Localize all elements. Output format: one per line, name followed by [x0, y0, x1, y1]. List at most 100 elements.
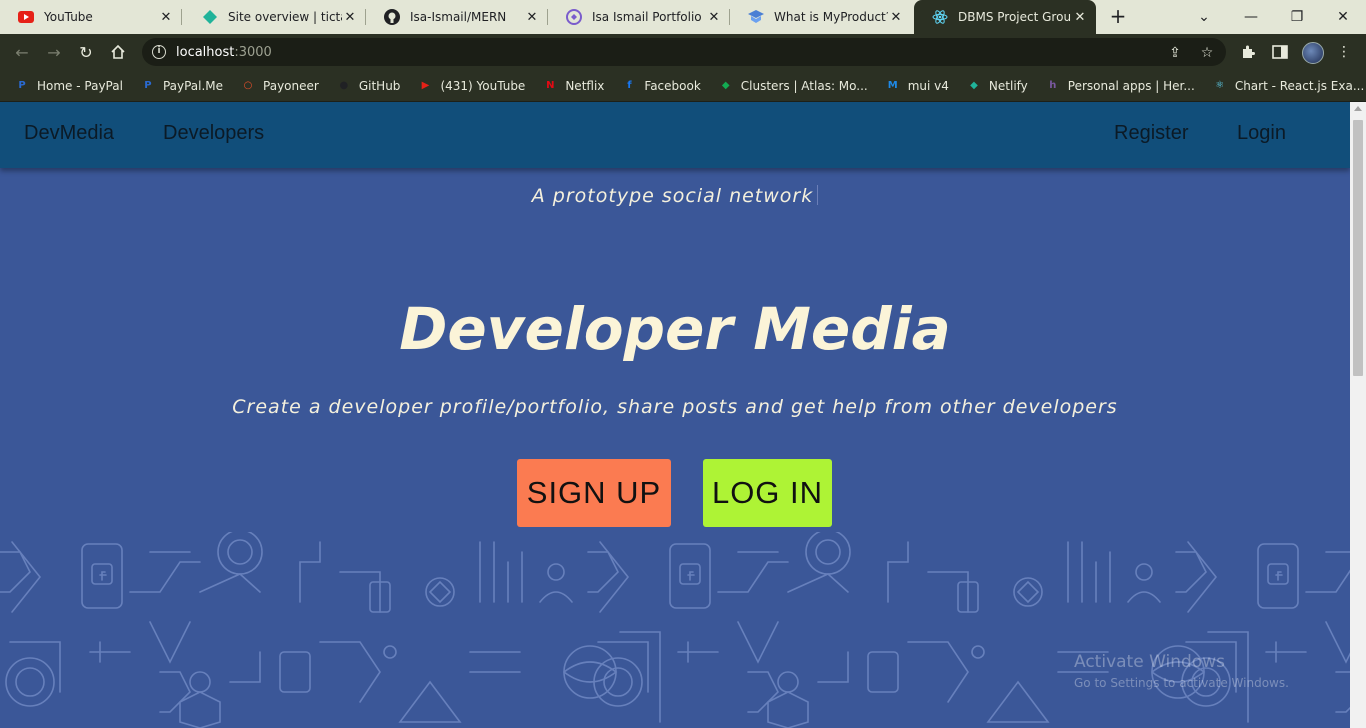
typing-caret	[817, 185, 819, 205]
mongodb-icon: ◆	[721, 80, 730, 91]
browser-tab-active[interactable]: DBMS Project Group- ✕	[914, 0, 1096, 34]
tab-title: Isa-Ismail/MERN	[410, 10, 507, 24]
youtube-icon: ▶	[421, 80, 430, 91]
profile-avatar[interactable]	[1302, 42, 1324, 64]
restore-icon[interactable]: ❐	[1274, 0, 1320, 34]
tab-title: Isa Ismail Portfolio	[592, 10, 702, 24]
youtube-icon	[18, 9, 34, 25]
browser-tab-strip: YouTube ✕ Site overview | tictactoe ✕ Is…	[0, 0, 1366, 34]
share-icon[interactable]: ⇪	[1166, 44, 1184, 62]
circuit-pattern-background	[0, 532, 1350, 728]
site-info-icon[interactable]: i	[152, 45, 166, 59]
developers-link[interactable]: Developers	[163, 122, 264, 145]
product-icon	[748, 9, 764, 25]
react-icon	[932, 9, 948, 25]
paypal-icon: P	[18, 80, 26, 91]
github-icon	[384, 9, 400, 25]
bookmark-item[interactable]: ◆ Clusters | Atlas: Mo...	[718, 78, 868, 94]
bookmark-item[interactable]: Mmui v4	[885, 78, 949, 94]
tab-title: DBMS Project Group-	[958, 10, 1072, 24]
home-icon[interactable]	[106, 40, 130, 64]
brand-link[interactable]: DevMedia	[24, 122, 114, 145]
bookmark-item[interactable]: ⚛ Chart - React.js Exa...	[1212, 78, 1364, 94]
menu-icon[interactable]: ⋮	[1334, 42, 1354, 62]
bookmark-label: Personal apps | Her...	[1067, 78, 1195, 93]
mui-icon: M	[887, 80, 898, 91]
new-tab-icon[interactable]: +	[1106, 6, 1130, 28]
page-scrollbar[interactable]	[1350, 102, 1366, 728]
bookmark-item[interactable]: ▶ (431) YouTube	[417, 78, 526, 94]
watermark-title: Activate Windows	[1074, 652, 1225, 672]
log-in-button[interactable]: LOG IN	[703, 459, 832, 527]
close-tab-icon[interactable]: ✕	[706, 10, 722, 25]
extensions-icon[interactable]	[1238, 42, 1258, 62]
browser-toolbar: ← → ↻ i localhost:3000 ⇪ ☆ ⋮	[0, 34, 1366, 70]
sign-up-button[interactable]: SIGN UP	[517, 459, 671, 527]
register-link[interactable]: Register	[1114, 122, 1188, 145]
heroku-icon: h	[1049, 80, 1057, 91]
close-tab-icon[interactable]: ✕	[888, 10, 904, 25]
bookmark-item[interactable]: P PayPal.Me	[140, 78, 223, 94]
browser-tab[interactable]: What is MyProduct? - ✕	[730, 0, 912, 34]
address-bar[interactable]: i localhost:3000 ⇪ ☆	[142, 38, 1226, 66]
browser-tab[interactable]: Isa Ismail Portfolio ✕	[548, 0, 730, 34]
netlify-icon	[202, 9, 218, 25]
browser-tab[interactable]: Isa-Ismail/MERN ✕	[366, 0, 548, 34]
bookmark-item[interactable]: N Netflix	[542, 78, 604, 94]
portfolio-icon	[566, 9, 582, 25]
bookmark-star-icon[interactable]: ☆	[1198, 44, 1216, 62]
reload-icon[interactable]: ↻	[74, 40, 98, 64]
forward-icon[interactable]: →	[42, 40, 66, 64]
tab-title: What is MyProduct? -	[774, 10, 888, 24]
url-port: :3000	[234, 44, 272, 60]
tagline: A prototype social network	[0, 185, 1350, 207]
bookmark-label: Home - PayPal	[37, 78, 123, 93]
bookmark-label: Facebook	[644, 78, 701, 93]
login-link[interactable]: Login	[1237, 122, 1286, 145]
browser-tab[interactable]: Site overview | tictactoe ✕	[184, 0, 366, 34]
facebook-icon: f	[627, 80, 632, 91]
page-viewport: DevMedia Developers Register Login A pro…	[0, 102, 1350, 728]
bookmark-item[interactable]: P Home - PayPal	[14, 78, 123, 94]
paypal-icon: P	[144, 80, 152, 91]
bookmark-item[interactable]: f Facebook	[621, 78, 701, 94]
url-host: localhost	[176, 44, 235, 60]
close-tab-icon[interactable]: ✕	[158, 10, 174, 25]
window-close-icon[interactable]: ✕	[1320, 0, 1366, 34]
bookmark-label: PayPal.Me	[162, 78, 224, 93]
hero-subtitle: Create a developer profile/portfolio, sh…	[232, 396, 1118, 418]
bookmark-item[interactable]: h Personal apps | Her...	[1045, 78, 1195, 94]
tab-title: Site overview | tictactoe	[228, 10, 342, 24]
bookmark-label: GitHub	[358, 78, 401, 93]
activate-windows-watermark: Activate Windows Go to Settings to activ…	[1074, 652, 1289, 690]
app-navbar: DevMedia Developers Register Login	[0, 102, 1350, 168]
bookmark-label: Netlify	[988, 78, 1028, 93]
bookmark-item[interactable]: ● GitHub	[336, 78, 401, 94]
close-tab-icon[interactable]: ✕	[524, 10, 540, 25]
netflix-icon: N	[546, 80, 555, 91]
close-tab-icon[interactable]: ✕	[1072, 10, 1088, 25]
react-icon: ⚛	[1215, 80, 1225, 91]
hero-title: Developer Media	[399, 295, 951, 363]
bookmark-item[interactable]: ◆ Netlify	[966, 78, 1028, 94]
tab-search-icon[interactable]: ⌄	[1181, 0, 1227, 34]
bookmark-label: Netflix	[565, 78, 605, 93]
payoneer-icon: ○	[243, 80, 253, 91]
scroll-up-icon[interactable]	[1354, 106, 1362, 111]
browser-tab[interactable]: YouTube ✕	[0, 0, 182, 34]
bookmark-item[interactable]: ○ Payoneer	[240, 78, 319, 94]
bookmark-label: Chart - React.js Exa...	[1234, 78, 1365, 93]
netlify-icon: ◆	[970, 80, 978, 91]
watermark-subtitle: Go to Settings to activate Windows.	[1074, 676, 1289, 690]
bookmark-label: Clusters | Atlas: Mo...	[740, 78, 868, 93]
minimize-icon[interactable]: —	[1228, 0, 1274, 34]
tab-title: YouTube	[44, 10, 93, 24]
bookmark-label: mui v4	[907, 78, 949, 93]
side-panel-icon[interactable]	[1270, 42, 1290, 62]
close-tab-icon[interactable]: ✕	[342, 10, 358, 25]
github-icon: ●	[339, 80, 349, 91]
bookmarks-bar: P Home - PayPal P PayPal.Me ○ Payoneer ● GitHub…	[0, 70, 1366, 102]
back-icon[interactable]: ←	[10, 40, 34, 64]
tagline-text: A prototype social network	[531, 185, 814, 207]
scrollbar-thumb[interactable]	[1353, 120, 1363, 376]
